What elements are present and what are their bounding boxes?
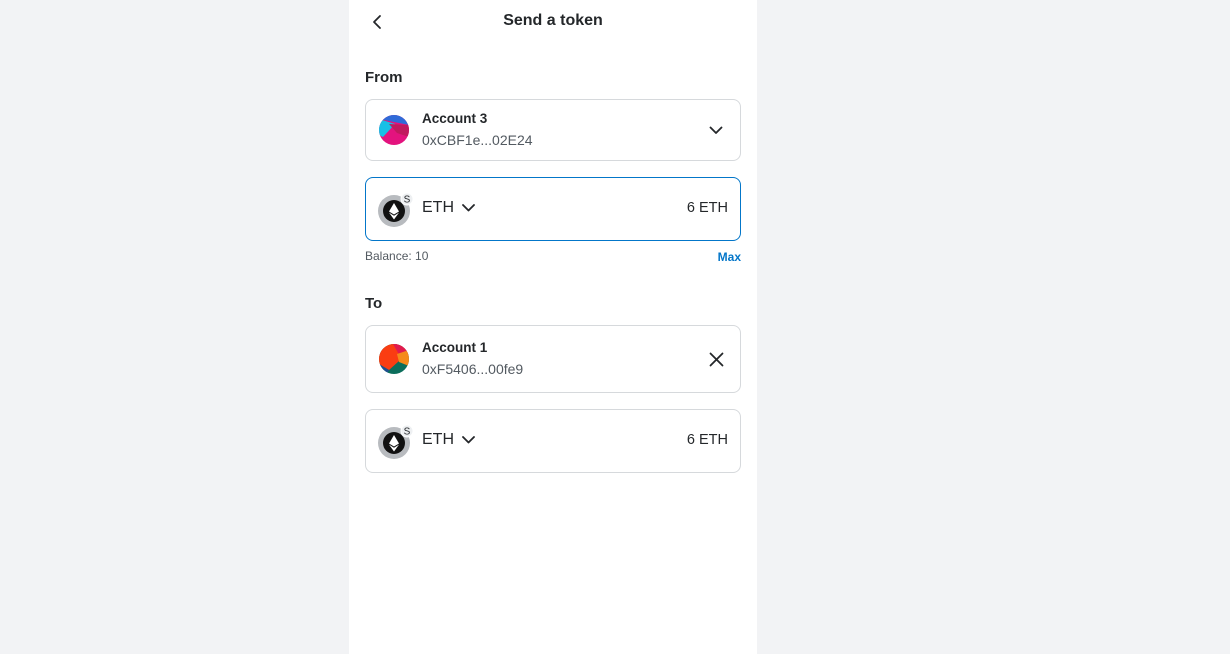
clear-recipient-button[interactable] bbox=[706, 349, 726, 369]
to-token-amount: 6 ETH bbox=[686, 432, 728, 448]
max-button[interactable]: Max bbox=[718, 250, 741, 264]
from-network-badge: S bbox=[404, 195, 411, 206]
chevron-down-icon bbox=[462, 204, 475, 212]
from-token-amount: 6 ETH bbox=[686, 200, 728, 216]
from-label: From bbox=[365, 69, 403, 86]
to-token-icon: S bbox=[378, 425, 414, 459]
ethereum-icon: S bbox=[378, 193, 414, 227]
to-account-address: 0xF5406...00fe9 bbox=[422, 361, 524, 377]
chevron-down-icon bbox=[709, 126, 723, 134]
chevron-down-icon bbox=[462, 436, 475, 444]
to-account-picker[interactable]: Account 1 0xF5406...00fe9 bbox=[365, 325, 741, 393]
from-account-avatar bbox=[379, 115, 409, 145]
from-token-selector[interactable]: ETH bbox=[422, 199, 475, 217]
to-token-symbol: ETH bbox=[422, 431, 454, 448]
page-title: Send a token bbox=[503, 12, 603, 29]
send-panel: Send a token From Account 3 0xCBF1e...02… bbox=[349, 0, 757, 654]
ethereum-icon: S bbox=[378, 425, 414, 459]
from-account-address: 0xCBF1e...02E24 bbox=[422, 132, 533, 148]
from-token-icon: S bbox=[378, 193, 414, 227]
to-label: To bbox=[365, 295, 383, 312]
balance-text: Balance: 10 bbox=[365, 249, 429, 263]
from-token-amount-input[interactable]: S ETH 6 ETH bbox=[365, 177, 741, 241]
to-account-avatar bbox=[379, 344, 409, 374]
to-account-name: Account 1 bbox=[422, 340, 488, 355]
to-network-badge: S bbox=[404, 427, 411, 438]
from-account-dropdown-button[interactable] bbox=[706, 120, 726, 140]
close-icon bbox=[709, 352, 723, 366]
from-account-name: Account 3 bbox=[422, 111, 488, 126]
from-token-symbol: ETH bbox=[422, 199, 454, 216]
to-token-selector[interactable]: ETH bbox=[422, 431, 475, 449]
header: Send a token bbox=[349, 0, 757, 44]
from-account-picker[interactable]: Account 3 0xCBF1e...02E24 bbox=[365, 99, 741, 161]
to-token-amount-field[interactable]: S ETH 6 ETH bbox=[365, 409, 741, 473]
